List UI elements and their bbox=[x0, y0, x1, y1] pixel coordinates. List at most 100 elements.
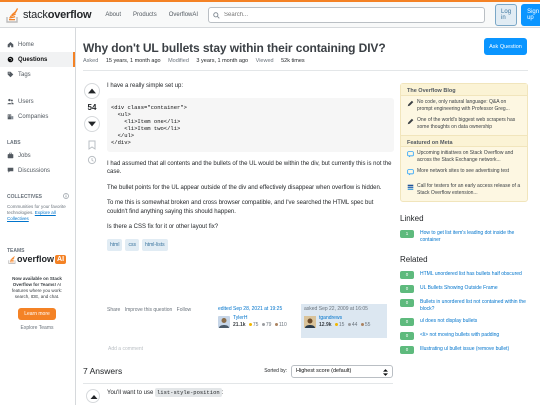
answer-body: You'll want to use list-style-position: bbox=[107, 388, 224, 397]
sidebar-item-users[interactable]: Users bbox=[0, 94, 75, 109]
question-header: Why don't UL bullets stay within their c… bbox=[83, 28, 393, 64]
avatar[interactable] bbox=[304, 316, 316, 328]
meta-item[interactable]: Call for testers for an early access rel… bbox=[401, 180, 527, 201]
login-button[interactable]: Log in bbox=[495, 3, 518, 26]
bookmark-icon[interactable] bbox=[87, 137, 97, 150]
blog-heading: The Overflow Blog bbox=[401, 84, 527, 96]
related-item-title: <li> not moving bullets with padding bbox=[420, 332, 500, 338]
answer-upvote-button[interactable] bbox=[86, 389, 100, 403]
question-paragraph: To me this is somewhat broken and cross … bbox=[107, 200, 374, 215]
left-sidebar: Home Questions Tags Users Companies LABS… bbox=[0, 28, 76, 405]
nav-overflowai[interactable]: OverflowAI bbox=[163, 8, 204, 22]
signup-button[interactable]: Sign up bbox=[521, 3, 540, 26]
code-line: <li>Item two</li> bbox=[111, 124, 181, 132]
question-body: I have a really simple set up: <div clas… bbox=[107, 82, 394, 251]
editor-reputation: 21.1k 75 79 110 bbox=[233, 322, 287, 328]
answers-header: 7 Answers Sorted by: Highest score (defa… bbox=[83, 364, 393, 378]
inline-code: list-style-position bbox=[154, 388, 222, 397]
search-box[interactable] bbox=[208, 6, 486, 24]
blog-item[interactable]: One of the world's biggest web scrapers … bbox=[401, 114, 527, 135]
blog-widget: The Overflow Blog No code, only natural … bbox=[400, 83, 528, 202]
related-item-title: UL Bullets Showing Outside Frame bbox=[420, 285, 498, 291]
collectives-description: Communities for your favorite technologi… bbox=[7, 204, 66, 221]
sidebar-item-home[interactable]: Home bbox=[0, 37, 75, 52]
editor-name[interactable]: TylerH bbox=[233, 315, 247, 321]
search-icon bbox=[213, 6, 220, 24]
related-item[interactable]: 0 UL Bullets Showing Outside Frame bbox=[400, 285, 528, 293]
sort-label: Sorted by: bbox=[264, 368, 287, 374]
answers-divider bbox=[83, 383, 393, 384]
answers-count: 7 Answers bbox=[83, 366, 123, 376]
code-line: <ul> bbox=[111, 110, 131, 118]
meta-item[interactable]: More network sites to see advertising te… bbox=[401, 165, 527, 180]
related-item-title: Illustrating ul bullet issue (remove bul… bbox=[420, 346, 510, 352]
meta-item-label: Call for testers for an early access rel… bbox=[417, 183, 521, 196]
blog-item-label: No code, only natural language: Q&A on p… bbox=[417, 99, 510, 112]
sidebar-item-label: Questions bbox=[18, 56, 48, 63]
upvote-icon bbox=[90, 395, 98, 399]
owner-reputation: 12.9k 15 44 55 bbox=[319, 322, 371, 328]
overflow-ai-logo: overflow AI bbox=[8, 254, 68, 264]
explore-teams-link[interactable]: Explore Teams bbox=[6, 325, 68, 331]
question-intro: I have a really simple set up: bbox=[107, 83, 184, 89]
ask-question-button[interactable]: Ask Question bbox=[484, 38, 527, 55]
avatar[interactable] bbox=[218, 316, 230, 328]
code-line: <li>Item one</li> bbox=[111, 117, 181, 125]
answer-count-badge: 0 bbox=[400, 346, 414, 354]
sidebar-item-discussions[interactable]: Discussions bbox=[0, 163, 75, 178]
question-title[interactable]: Why don't UL bullets stay within their c… bbox=[83, 41, 393, 55]
companies-icon bbox=[7, 113, 14, 120]
downvote-button[interactable] bbox=[84, 116, 100, 132]
history-icon[interactable] bbox=[87, 152, 97, 165]
question-meta: Asked 15 years, 1 month ago Modified 3 y… bbox=[83, 58, 305, 64]
labs-heading: LABS bbox=[7, 140, 21, 146]
edited-date[interactable]: edited Sep 28, 2021 at 19:25 bbox=[218, 306, 298, 312]
sidebar-item-label: Jobs bbox=[18, 152, 31, 159]
tag-html-lists[interactable]: html-lists bbox=[141, 238, 168, 251]
sidebar-item-label: Tags bbox=[18, 71, 31, 78]
meta-item[interactable]: Upcoming initiatives on Stack Overflow a… bbox=[401, 147, 527, 165]
blog-item[interactable]: No code, only natural language: Q&A on p… bbox=[401, 96, 527, 114]
code-line: </div> bbox=[111, 138, 131, 146]
upvote-button[interactable] bbox=[84, 83, 100, 99]
info-icon[interactable] bbox=[63, 193, 69, 201]
editor-card: edited Sep 28, 2021 at 19:25 TylerH 21.1… bbox=[215, 304, 301, 338]
owner-name[interactable]: tgandrews bbox=[319, 315, 342, 321]
related-item[interactable]: 0 Illustrating ul bullet issue (remove b… bbox=[400, 346, 528, 354]
sidebar-item-jobs[interactable]: Jobs bbox=[0, 148, 75, 163]
related-heading: Related bbox=[400, 255, 428, 264]
stackoverflow-logo[interactable]: stackoverflow bbox=[6, 3, 92, 27]
top-nav: About Products OverflowAI bbox=[99, 8, 204, 22]
collectives-heading: COLLECTIVES bbox=[0, 192, 75, 202]
add-comment-link[interactable]: Add a comment bbox=[108, 346, 143, 352]
sidebar-item-tags[interactable]: Tags bbox=[0, 67, 75, 82]
question-paragraph: Is there a CSS fix for it or other layou… bbox=[107, 224, 219, 230]
improve-question-link[interactable]: Improve this question bbox=[125, 307, 173, 313]
question-paragraph: I had assumed that all contents and the … bbox=[107, 160, 392, 176]
follow-link[interactable]: Follow bbox=[177, 307, 191, 313]
related-item[interactable]: 0 Bullets in unordered list not containe… bbox=[400, 299, 528, 312]
search-input[interactable] bbox=[224, 11, 485, 18]
sort-select[interactable]: Highest score (default) bbox=[291, 364, 393, 378]
tag-list: html css html-lists bbox=[107, 238, 394, 251]
users-icon bbox=[7, 98, 14, 105]
teams-description: Now available on Stack Overflow for Team… bbox=[11, 276, 63, 299]
answer-count-badge: 1 bbox=[400, 230, 414, 238]
share-link[interactable]: Share bbox=[107, 307, 120, 313]
linked-item[interactable]: 1 How to get list item's leading dot ins… bbox=[400, 230, 528, 243]
related-item[interactable]: 0 HTML unordered list has bullets half o… bbox=[400, 271, 528, 279]
sidebar-item-label: Companies bbox=[18, 113, 49, 120]
nav-about[interactable]: About bbox=[99, 8, 127, 22]
tag-html[interactable]: html bbox=[107, 238, 123, 251]
learn-more-button[interactable]: Learn more bbox=[18, 308, 56, 320]
tag-css[interactable]: css bbox=[125, 238, 139, 251]
question-footer: Share Improve this question Follow edite… bbox=[107, 304, 397, 339]
sidebar-item-questions[interactable]: Questions bbox=[0, 52, 75, 67]
related-item[interactable]: 0 <li> not moving bullets with padding bbox=[400, 332, 528, 340]
comment-icon bbox=[407, 168, 414, 179]
nav-products[interactable]: Products bbox=[127, 8, 163, 22]
vote-count: 54 bbox=[87, 103, 97, 112]
comment-icon bbox=[407, 150, 414, 164]
sidebar-item-companies[interactable]: Companies bbox=[0, 109, 75, 124]
related-item[interactable]: 0 ul does not display bullets bbox=[400, 318, 528, 326]
